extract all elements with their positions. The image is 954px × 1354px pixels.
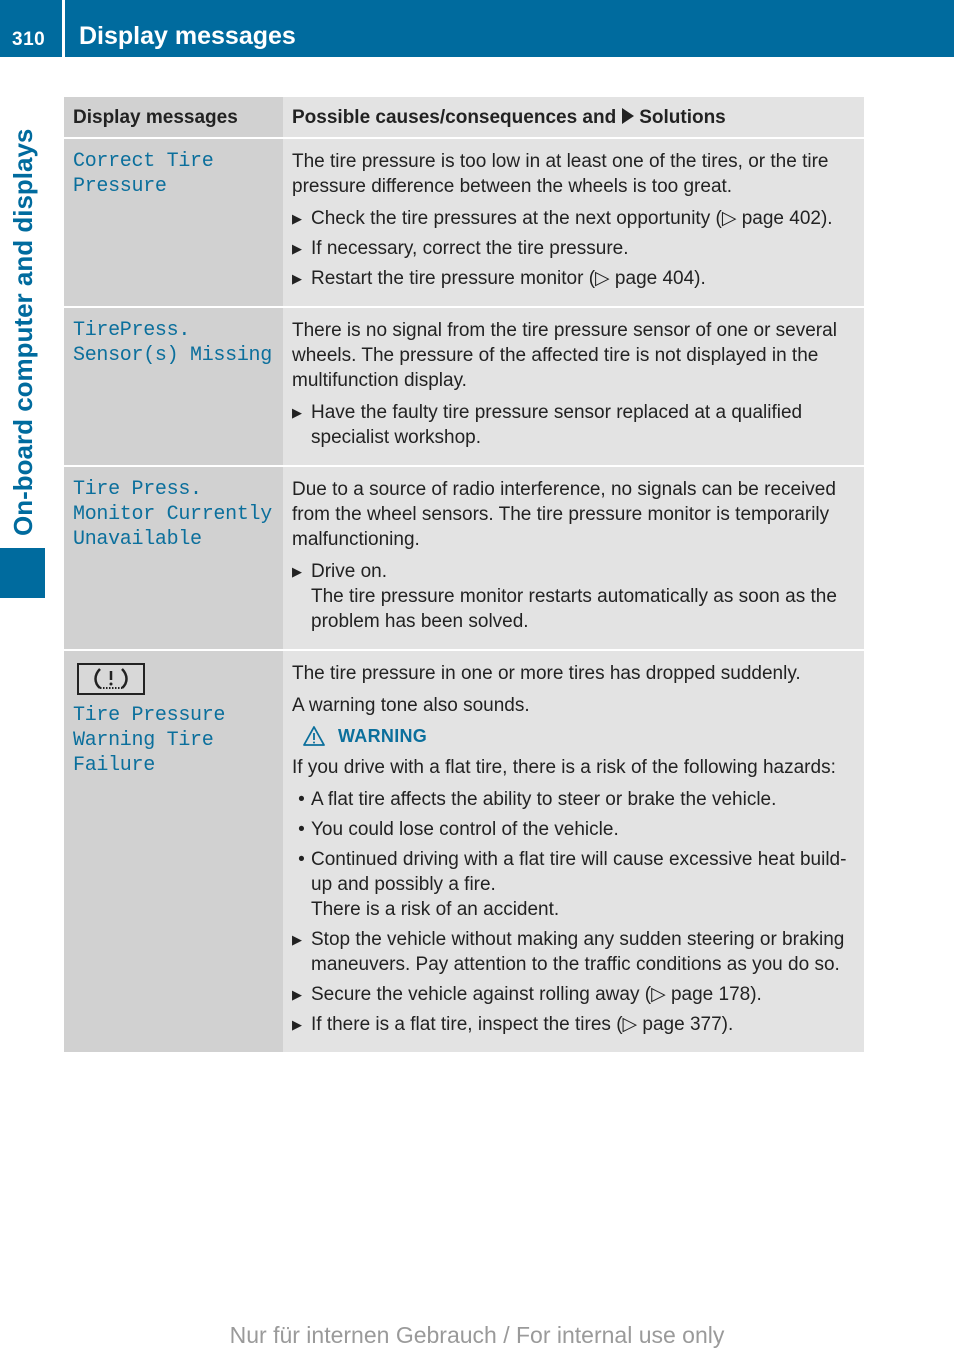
action-arrow-icon: ▶ bbox=[292, 405, 302, 420]
side-tab-marker bbox=[0, 548, 45, 598]
action-arrow-icon: ▶ bbox=[292, 1017, 302, 1032]
cause-text: The tire pressure in one or more tires h… bbox=[292, 663, 801, 684]
column-header-prefix: Possible causes/consequences and bbox=[292, 107, 617, 128]
solution-step: ▶ Secure the vehicle against rolling away… bbox=[292, 984, 762, 1005]
display-message-text: TirePress. Sensor(s) Missing bbox=[73, 319, 272, 367]
page-number: 310 bbox=[12, 29, 46, 50]
cause-text: Due to a source of radio interference, n… bbox=[292, 479, 836, 550]
column-header-causes-solutions: Possible causes/consequences and Solution… bbox=[283, 97, 864, 137]
cause-text: A warning tone also sounds. bbox=[292, 695, 530, 716]
page-title: Display messages bbox=[79, 22, 296, 50]
warning-triangle-icon bbox=[303, 726, 325, 746]
action-arrow-icon: ▶ bbox=[292, 564, 302, 579]
warning-intro: If you drive with a flat tire, there is … bbox=[292, 757, 836, 778]
action-arrow-icon: ▶ bbox=[292, 271, 302, 286]
solution-cell: There is no signal from the tire pressur… bbox=[283, 308, 864, 465]
action-arrow-icon: ▶ bbox=[292, 241, 302, 256]
cause-text: There is no signal from the tire pressur… bbox=[292, 320, 837, 391]
column-header-suffix: Solutions bbox=[639, 107, 726, 128]
action-arrow-icon bbox=[622, 108, 635, 124]
warning-label: WARNING bbox=[338, 725, 428, 746]
solution-step: ▶ Restart the tire pressure monitor (▷ pa… bbox=[292, 268, 706, 289]
message-cell: Correct Tire Pressure bbox=[64, 139, 283, 306]
message-cell: Tire Press. Monitor Currently Unavailabl… bbox=[64, 467, 283, 649]
solution-step: ▶ Have the faulty tire pressure sensor re… bbox=[292, 402, 803, 448]
solution-cell: Due to a source of radio interference, n… bbox=[283, 467, 864, 649]
table-row: TirePress. Sensor(s) Missing There is no… bbox=[64, 308, 864, 467]
hazard-item: • You could lose control of the vehicle. bbox=[292, 817, 856, 842]
action-arrow-icon: ▶ bbox=[292, 987, 302, 1002]
table-header-row: Display messages Possible causes/consequ… bbox=[64, 97, 864, 139]
display-message-text: Tire Pressure Warning Tire Failure bbox=[73, 704, 226, 777]
page-header: 310 Display messages bbox=[0, 0, 954, 57]
hazard-item: • A flat tire affects the ability to stee… bbox=[292, 787, 856, 812]
table-row: Tire Pressure Warning Tire Failure The t… bbox=[64, 651, 864, 1052]
display-message-text: Tire Press. Monitor Currently Unavailabl… bbox=[73, 478, 272, 551]
bullet-icon: • bbox=[298, 819, 305, 840]
display-message-text: Correct Tire Pressure bbox=[73, 150, 214, 198]
cause-text: The tire pressure is too low in at least… bbox=[292, 151, 829, 197]
side-tab-label: On-board computer and displays bbox=[8, 128, 38, 536]
solution-step: ▶ Check the tire pressures at the next op… bbox=[292, 208, 833, 229]
solution-step: ▶ Stop the vehicle without making any sud… bbox=[292, 929, 845, 975]
solution-step: ▶ If necessary, correct the tire pressure… bbox=[292, 238, 629, 259]
solution-step: ▶ If there is a flat tire, inspect the ti… bbox=[292, 1014, 734, 1035]
solution-step: ▶ Drive on. bbox=[292, 561, 388, 582]
internal-use-watermark: Nur für internen Gebrauch / For internal… bbox=[229, 1322, 725, 1348]
solution-cell: The tire pressure is too low in at least… bbox=[283, 139, 864, 306]
hazard-item: • Continued driving with a flat tire will… bbox=[292, 847, 856, 897]
message-cell: TirePress. Sensor(s) Missing bbox=[64, 308, 283, 465]
table-row: Correct Tire Pressure The tire pressure … bbox=[64, 139, 864, 308]
solution-step-detail: The tire pressure monitor restarts autom… bbox=[311, 586, 837, 632]
action-arrow-icon: ▶ bbox=[292, 211, 302, 226]
bullet-icon: • bbox=[298, 789, 305, 810]
bullet-icon: • bbox=[298, 849, 305, 870]
column-header-display-messages: Display messages bbox=[64, 97, 283, 137]
action-arrow-icon: ▶ bbox=[292, 932, 302, 947]
message-cell: Tire Pressure Warning Tire Failure bbox=[64, 651, 283, 1052]
warning-heading: WARNING bbox=[302, 725, 856, 747]
tire-pressure-warning-icon bbox=[77, 663, 145, 695]
risk-text: There is a risk of an accident. bbox=[311, 899, 560, 920]
display-messages-table: Display messages Possible causes/consequ… bbox=[64, 97, 864, 1052]
header-divider bbox=[62, 0, 65, 57]
solution-cell: The tire pressure in one or more tires h… bbox=[283, 651, 864, 1052]
table-row: Tire Press. Monitor Currently Unavailabl… bbox=[64, 467, 864, 651]
